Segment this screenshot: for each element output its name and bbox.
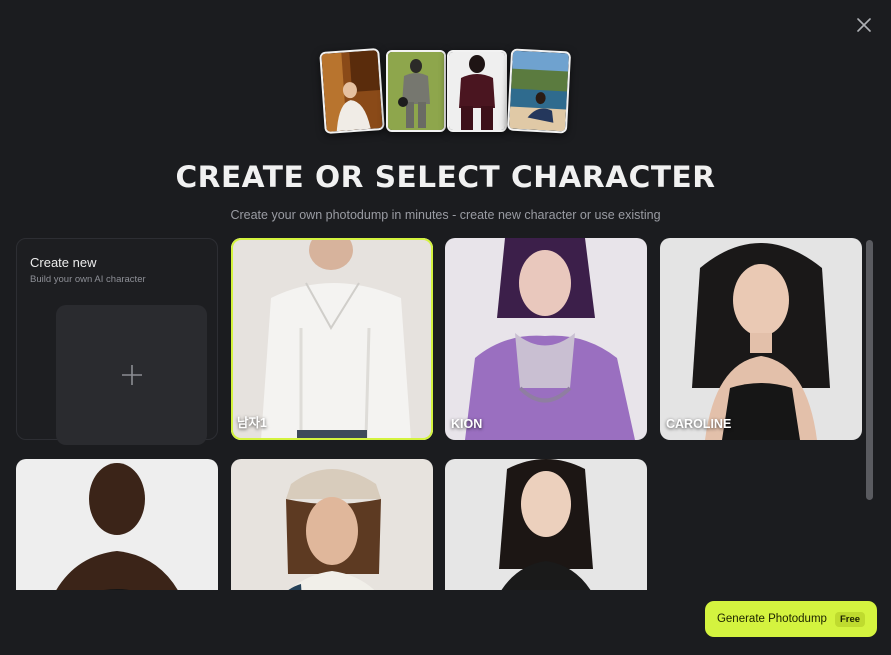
character-grid: Create new Build your own AI character 남… (16, 238, 864, 590)
generate-label: Generate Photodump (716, 613, 827, 625)
selected-outline (231, 238, 433, 440)
character-photo-6 (445, 459, 647, 590)
create-new-card[interactable]: Create new Build your own AI character (16, 238, 218, 445)
character-photo-5 (231, 459, 433, 590)
page-title: CREATE OR SELECT CHARACTER (175, 160, 716, 194)
character-card-6[interactable] (445, 459, 647, 590)
page-subtitle: Create your own photodump in minutes - c… (230, 208, 661, 222)
character-card-1[interactable]: 남자1 (231, 238, 433, 440)
character-card-5[interactable] (231, 459, 433, 590)
create-new-title: Create new (30, 255, 97, 270)
character-card-4[interactable] (16, 459, 218, 590)
character-name: CAROLINE (666, 417, 732, 431)
hero-photo-2 (386, 50, 446, 132)
character-photo-4 (16, 459, 218, 590)
hero-photo-4 (506, 48, 572, 134)
hero-photo-collage (0, 0, 891, 140)
character-photo-3 (660, 238, 862, 440)
hero-photo-1 (319, 48, 385, 134)
generate-photodump-button[interactable]: Generate Photodump Free (705, 601, 877, 637)
hero-photo-3 (447, 50, 507, 132)
character-name: KION (451, 417, 483, 431)
scrollbar-thumb[interactable] (866, 240, 873, 500)
create-new-subtitle: Build your own AI character (30, 274, 146, 285)
character-photo-2 (445, 238, 647, 440)
character-card-3[interactable]: CAROLINE (660, 238, 862, 440)
character-card-2[interactable]: KION (445, 238, 647, 440)
plus-icon (121, 365, 142, 385)
create-new-button[interactable] (56, 305, 207, 445)
free-badge: Free (834, 611, 866, 627)
